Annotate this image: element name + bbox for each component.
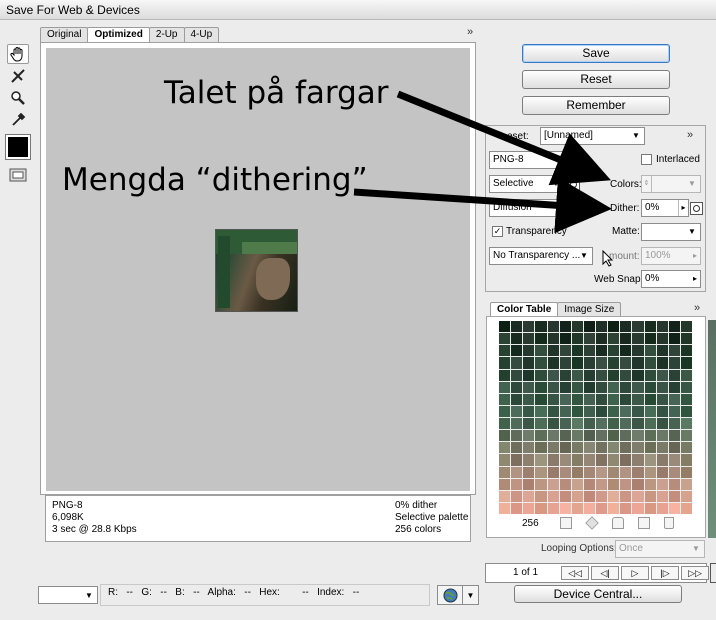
annotation-arrows bbox=[353, 90, 612, 234]
arrow-to-dither bbox=[353, 177, 612, 234]
arrow-to-colors bbox=[396, 90, 611, 186]
